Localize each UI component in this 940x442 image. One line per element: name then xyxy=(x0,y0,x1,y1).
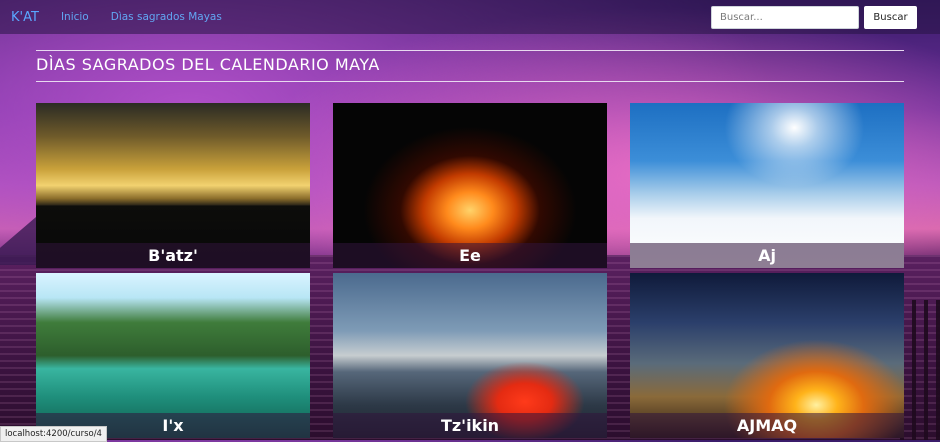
page-title: DÌAS SAGRADOS DEL CALENDARIO MAYA xyxy=(36,55,380,74)
search-input[interactable] xyxy=(711,6,859,29)
search-form: Buscar xyxy=(711,6,917,29)
card-label: AJMAQ xyxy=(630,413,904,438)
title-divider-bottom xyxy=(36,81,904,82)
card-ee[interactable]: Ee xyxy=(333,103,607,268)
card-aj[interactable]: Aj xyxy=(630,103,904,268)
card-batz[interactable]: B'atz' xyxy=(36,103,310,268)
card-label: B'atz' xyxy=(36,243,310,268)
search-button[interactable]: Buscar xyxy=(864,6,917,29)
nav-link-inicio[interactable]: Inicio xyxy=(61,11,89,23)
background-pier xyxy=(900,300,940,440)
brand-logo[interactable]: K'AT xyxy=(11,10,39,25)
card-tzikin[interactable]: Tz'ikin xyxy=(333,273,607,438)
navbar: K'AT Inicio Dìas sagrados Mayas Buscar xyxy=(0,0,940,34)
card-label: Tz'ikin xyxy=(333,413,607,438)
nav-link-dias-sagrados[interactable]: Dìas sagrados Mayas xyxy=(111,11,222,23)
card-ajmaq[interactable]: AJMAQ xyxy=(630,273,904,438)
card-ix[interactable]: I'x xyxy=(36,273,310,438)
title-divider-top xyxy=(36,50,904,51)
card-label: Aj xyxy=(630,243,904,268)
card-label: Ee xyxy=(333,243,607,268)
